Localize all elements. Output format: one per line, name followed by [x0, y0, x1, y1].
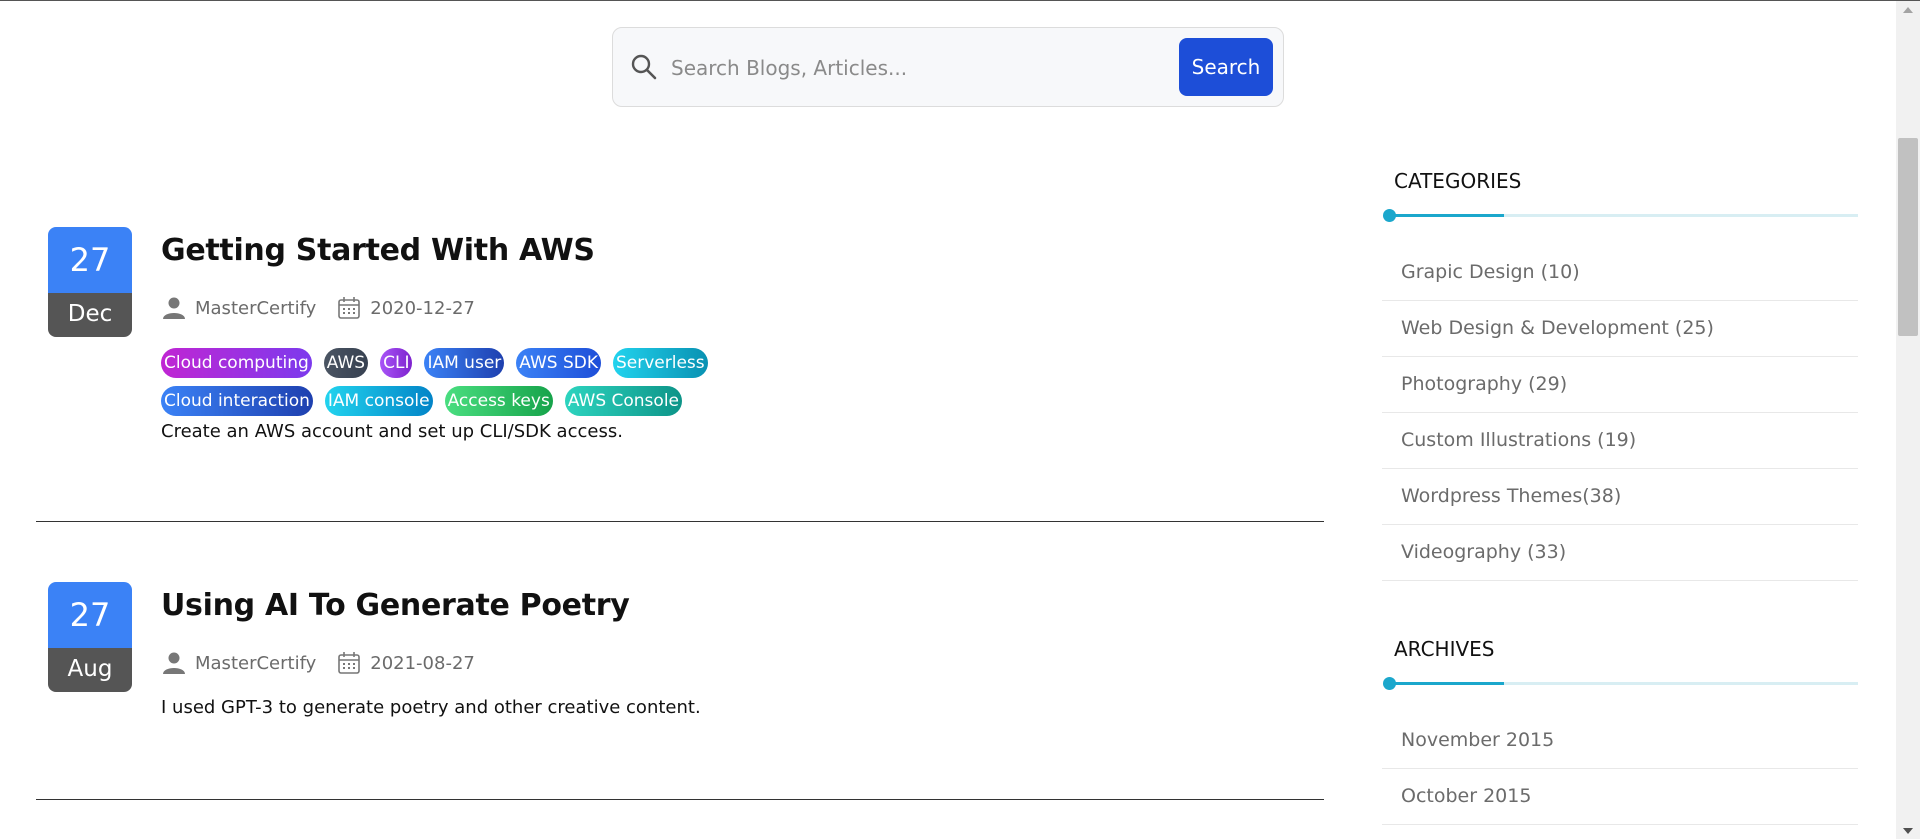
search-bar: Search	[612, 27, 1284, 107]
post-author[interactable]: MasterCertify	[195, 298, 316, 319]
tag-pill[interactable]: AWS SDK	[516, 348, 601, 378]
post-meta: MasterCertify 2021-08-27	[161, 650, 475, 676]
search-input[interactable]	[671, 46, 1211, 90]
category-item[interactable]: Wordpress Themes(38)	[1382, 469, 1858, 525]
date-badge: 27 Aug	[48, 582, 132, 692]
scrollbar-thumb[interactable]	[1898, 138, 1918, 336]
scroll-up-arrow-icon[interactable]	[1903, 7, 1913, 13]
tag-pill[interactable]: Serverless	[613, 348, 708, 378]
scroll-down-arrow-icon[interactable]	[1903, 828, 1913, 834]
date-day: 27	[48, 227, 132, 293]
widget-title-underline	[1382, 209, 1858, 223]
post-divider	[36, 799, 1324, 800]
widget-title: ARCHIVES	[1394, 637, 1495, 661]
scrollbar[interactable]	[1896, 1, 1920, 839]
date-badge: 27 Dec	[48, 227, 132, 337]
post-excerpt: Create an AWS account and set up CLI/SDK…	[161, 421, 623, 442]
search-icon	[631, 54, 657, 80]
category-item[interactable]: Web Design & Development (25)	[1382, 301, 1858, 357]
archive-item[interactable]: October 2015	[1382, 769, 1858, 825]
category-item[interactable]: Photography (29)	[1382, 357, 1858, 413]
tag-pill[interactable]: IAM console	[324, 386, 433, 416]
post-excerpt: I used GPT-3 to generate poetry and othe…	[161, 697, 701, 718]
date-day: 27	[48, 582, 132, 648]
post-author[interactable]: MasterCertify	[195, 653, 316, 674]
widget-title-underline	[1382, 677, 1858, 691]
tag-pill[interactable]: IAM user	[424, 348, 505, 378]
archives-widget: ARCHIVES November 2015 October 2015	[1382, 637, 1858, 825]
post-date: 2021-08-27	[370, 652, 475, 674]
tag-pill[interactable]: Cloud computing	[161, 348, 312, 378]
categories-widget: CATEGORIES Grapic Design (10) Web Design …	[1382, 169, 1858, 581]
category-list: Grapic Design (10) Web Design & Developme…	[1382, 245, 1858, 581]
user-icon	[163, 297, 185, 319]
widget-title: CATEGORIES	[1394, 169, 1522, 193]
tag-pill[interactable]: Cloud interaction	[161, 386, 313, 416]
post-title[interactable]: Using AI To Generate Poetry	[161, 588, 630, 623]
tag-list: Cloud computing AWS CLI IAM user AWS SDK Serv…	[161, 348, 801, 416]
tag-pill[interactable]: AWS	[323, 348, 369, 378]
calendar-icon	[338, 652, 361, 674]
date-month: Aug	[48, 648, 132, 692]
post-meta: MasterCertify 2020-12-27	[161, 295, 475, 321]
category-item[interactable]: Videography (33)	[1382, 525, 1858, 581]
category-item[interactable]: Custom Illustrations (19)	[1382, 413, 1858, 469]
tag-pill[interactable]: Access keys	[444, 386, 553, 416]
tag-pill[interactable]: CLI	[380, 348, 413, 378]
tag-pill[interactable]: AWS Console	[564, 386, 683, 416]
post-date: 2020-12-27	[370, 297, 475, 319]
archive-list: November 2015 October 2015	[1382, 713, 1858, 825]
post-title[interactable]: Getting Started With AWS	[161, 233, 595, 268]
search-button[interactable]: Search	[1179, 38, 1273, 96]
user-icon	[163, 652, 185, 674]
archive-item[interactable]: November 2015	[1382, 713, 1858, 769]
category-item[interactable]: Grapic Design (10)	[1382, 245, 1858, 301]
date-month: Dec	[48, 293, 132, 337]
calendar-icon	[338, 297, 361, 319]
post-divider	[36, 521, 1324, 522]
